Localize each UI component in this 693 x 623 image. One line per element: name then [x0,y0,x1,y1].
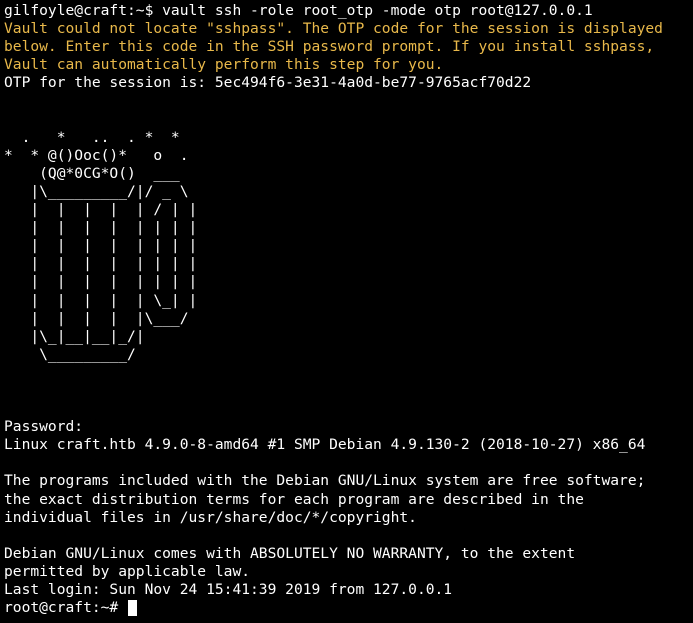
root-prompt-row[interactable]: root@craft:~# [4,599,693,617]
ascii-art-line: . * .. . * * [4,128,180,146]
password-prompt: Password: [4,418,84,436]
motd-line-1: The programs included with the Debian GN… [4,472,646,490]
ascii-art-mug: . * .. . * * * * @()Ooc()* o . (Q@*0CG*O… [4,129,693,364]
root-prompt: root@craft:~# [4,599,128,617]
cursor-block[interactable] [128,600,138,617]
ascii-art-line: * * @()Ooc()* o . [4,146,189,164]
motd-line-2: the exact distribution terms for each pr… [4,490,584,508]
otp-line: OTP for the session is: 5ec494f6-3e31-4a… [4,74,532,92]
warranty-line-1: Debian GNU/Linux comes with ABSOLUTELY N… [4,544,576,562]
ascii-art-line: | | | | | | | | [4,237,198,255]
warning-line-1: Vault could not locate "sshpass". The OT… [4,20,663,38]
ascii-art-line: | | | | |\___/ [4,309,189,327]
motd-line-3: individual files in /usr/share/doc/*/cop… [4,508,417,526]
last-login-line: Last login: Sun Nov 24 15:41:39 2019 fro… [4,581,453,598]
ascii-art-line: | | | | | \_| | [4,291,198,309]
warning-line-3: Vault can automatically perform this ste… [4,56,444,74]
ascii-art-line: (Q@*0CG*O() ___ [4,164,180,182]
warranty-line-2: permitted by applicable law. [4,562,251,580]
ascii-art-line: | | | | | | | | [4,219,198,237]
terminal-window[interactable]: gilfoyle@craft:~$ vault ssh -role root_o… [0,0,693,623]
ascii-art-line: |\_|__|__|_/| [4,327,145,345]
ascii-art-line: | | | | | | | | [4,255,198,273]
command-line: gilfoyle@craft:~$ vault ssh -role root_o… [4,2,593,19]
ascii-art-line: | | | | | | | | [4,273,198,291]
warning-line-2: below. Enter this code in the SSH passwo… [4,38,655,56]
ascii-art-line: |\_________/|/ _ \ [4,182,189,200]
ascii-art-line: | | | | | / | | [4,201,198,219]
system-info-line: Linux craft.htb 4.9.0-8-amd64 #1 SMP Deb… [4,436,646,454]
ascii-art-line: \_________/ [4,345,136,363]
